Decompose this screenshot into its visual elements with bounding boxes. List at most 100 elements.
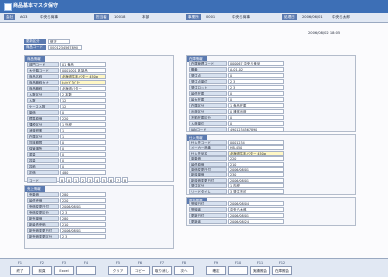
function-key-button[interactable]: コピー bbox=[130, 266, 150, 275]
product-field[interactable]: 0 bbox=[60, 164, 106, 169]
sales-label: 売価変更区分 bbox=[27, 210, 59, 215]
product-label: 大分類コード bbox=[27, 68, 59, 73]
product-field[interactable]: 北海道牛乳バター 450g bbox=[60, 74, 106, 79]
stock-field[interactable]: 2 3 bbox=[228, 85, 284, 90]
stock-field[interactable]: 2 3 bbox=[228, 79, 284, 84]
history-field[interactable]: 中央ら太郎 bbox=[228, 207, 284, 212]
supply-row: リードタイム 3 発注不可 bbox=[189, 188, 284, 194]
pattern-cell[interactable]: 4 bbox=[94, 177, 100, 183]
pattern-cell[interactable]: 7 bbox=[115, 177, 121, 183]
supply-field[interactable]: 1 内税 bbox=[228, 183, 284, 189]
supply-field[interactable]: 210 bbox=[228, 161, 284, 167]
product-field[interactable]: 北海道バター bbox=[60, 86, 106, 91]
sales-field[interactable]: 220 bbox=[60, 198, 106, 203]
history-field[interactable]: 2006/08/24 bbox=[228, 219, 284, 224]
function-key-button[interactable] bbox=[76, 266, 96, 275]
product-field[interactable]: 12 bbox=[60, 98, 106, 103]
pattern-cell[interactable]: 8 bbox=[59, 177, 65, 183]
product-field[interactable]: 480 bbox=[60, 170, 106, 175]
stock-field[interactable]: 0 bbox=[228, 97, 284, 102]
sales-field[interactable]: 280 bbox=[60, 216, 106, 221]
supply-row: 発注区分 1 内税 bbox=[189, 183, 284, 189]
stock-field[interactable]: 000067 中央ら食品 bbox=[228, 61, 284, 66]
product-row: ケース入数 12 bbox=[27, 104, 106, 109]
product-field[interactable]: 2 本数 bbox=[60, 92, 106, 97]
window-title: 商品基本マスタ保守 bbox=[13, 3, 59, 9]
product-field[interactable]: 220 bbox=[60, 116, 106, 121]
product-field[interactable]: 1 bbox=[60, 128, 106, 133]
supply-field[interactable]: 2006/08/01 bbox=[228, 177, 284, 183]
stock-field[interactable]: 0 bbox=[228, 121, 284, 126]
product-field[interactable]: 12 bbox=[60, 104, 106, 109]
supply-field[interactable]: 2006/08/01 bbox=[228, 167, 284, 172]
app-icon bbox=[4, 3, 12, 11]
supply-row: 仕入先品名 北海道牛乳バター 450g bbox=[189, 150, 284, 156]
product-field[interactable]: 0 bbox=[60, 140, 106, 145]
history-row: 登録日付 2006/08/04 bbox=[189, 201, 284, 206]
product-row: 入数区分 2 本数 bbox=[27, 92, 106, 97]
pattern-cell[interactable]: 1 bbox=[73, 177, 79, 183]
stock-row: 出荷区分 0 通常出荷 bbox=[189, 109, 284, 114]
sales-field[interactable]: 2006/08/01 bbox=[60, 204, 106, 209]
stock-field[interactable]: 0 bbox=[228, 115, 284, 120]
supply-field[interactable]: 0001234 bbox=[228, 140, 284, 145]
toolbar-label-user: 担当者 bbox=[94, 14, 109, 20]
product-field[interactable]: ﾎｯｶｲﾄﾞｳﾊﾞﾀｰ bbox=[60, 80, 106, 85]
product-field[interactable]: 0 bbox=[60, 152, 106, 157]
supply-label: リードタイム bbox=[189, 188, 227, 194]
stock-field[interactable]: 1 食品在庫 bbox=[228, 103, 284, 108]
function-key-button[interactable]: 前頁 bbox=[32, 266, 52, 275]
function-key-button[interactable]: 終了 bbox=[10, 266, 30, 275]
function-key-button[interactable]: 実績照会 bbox=[250, 266, 270, 275]
supply-label: 最低原価 bbox=[189, 161, 227, 167]
stock-row: JANコード 4901234567890 bbox=[189, 127, 284, 132]
function-key-button[interactable]: 取り消し bbox=[152, 266, 172, 275]
product-code-field[interactable]: 0001234567890 bbox=[48, 45, 82, 50]
pattern-cell[interactable]: 5 bbox=[101, 177, 107, 183]
function-key-button[interactable]: クリア bbox=[108, 266, 128, 275]
pattern-cell[interactable]: 8 bbox=[122, 177, 128, 183]
product-field[interactable]: 0 bbox=[60, 110, 106, 115]
pattern-cell[interactable]: 0 bbox=[66, 177, 72, 183]
stock-field[interactable]: 0 bbox=[228, 73, 284, 78]
supply-field[interactable]: 3 発注不可 bbox=[228, 188, 284, 194]
pattern-cell[interactable]: 2 bbox=[80, 177, 86, 183]
update-type-field[interactable]: 修正 bbox=[48, 39, 70, 44]
product-label: 標準原価 bbox=[27, 116, 59, 121]
function-key-button[interactable] bbox=[228, 266, 248, 275]
stock-field[interactable]: 4901234567890 bbox=[228, 127, 284, 132]
stock-label: JANコード bbox=[189, 127, 227, 132]
stock-row: 入荷単位 0 bbox=[189, 121, 284, 126]
function-key-button[interactable]: 在庫照会 bbox=[272, 266, 292, 275]
function-key-f10: F10 bbox=[228, 261, 248, 275]
product-field[interactable]: 1 外税 bbox=[60, 122, 106, 127]
supply-field[interactable]: 230 bbox=[228, 172, 284, 178]
function-key-button[interactable]: Excel bbox=[54, 266, 74, 275]
product-field[interactable]: 1 bbox=[60, 134, 106, 139]
product-field[interactable]: 01 食品 bbox=[60, 62, 106, 67]
supply-field[interactable]: 220 bbox=[228, 156, 284, 162]
stock-field[interactable]: A-01-02 bbox=[228, 67, 284, 72]
sales-field[interactable]: 280 bbox=[60, 192, 106, 197]
function-key-button[interactable]: 次へ bbox=[174, 266, 194, 275]
stock-field[interactable]: 0 bbox=[228, 91, 284, 96]
function-key-f8: F8 次へ bbox=[174, 261, 194, 275]
product-field[interactable]: 0001001 乳製品 bbox=[60, 68, 106, 73]
product-field[interactable]: 0 bbox=[60, 146, 106, 151]
supply-field[interactable]: HB-450 bbox=[228, 145, 284, 151]
sales-field[interactable]: 2 3 bbox=[60, 234, 106, 239]
pattern-cell[interactable]: 3 bbox=[87, 177, 93, 183]
sales-label: 売単価 bbox=[27, 192, 59, 197]
toolbar-extra-date: 中央ら太郎 bbox=[332, 15, 350, 19]
sales-field[interactable]: 210 bbox=[60, 222, 106, 227]
sales-field[interactable]: 2 3 bbox=[60, 210, 106, 215]
sales-field[interactable]: 2006/08/01 bbox=[60, 228, 106, 233]
product-field[interactable]: 0 bbox=[60, 158, 106, 163]
history-field[interactable]: 2006/08/01 bbox=[228, 213, 284, 218]
history-label: 更新者 bbox=[189, 219, 227, 224]
function-key-button[interactable]: 確定 bbox=[206, 266, 226, 275]
pattern-cell[interactable]: 6 bbox=[108, 177, 114, 183]
supply-field[interactable]: 北海道牛乳バター 450g bbox=[228, 150, 284, 156]
history-field[interactable]: 2006/08/04 bbox=[228, 201, 284, 206]
stock-field[interactable]: 0 通常出荷 bbox=[228, 109, 284, 114]
